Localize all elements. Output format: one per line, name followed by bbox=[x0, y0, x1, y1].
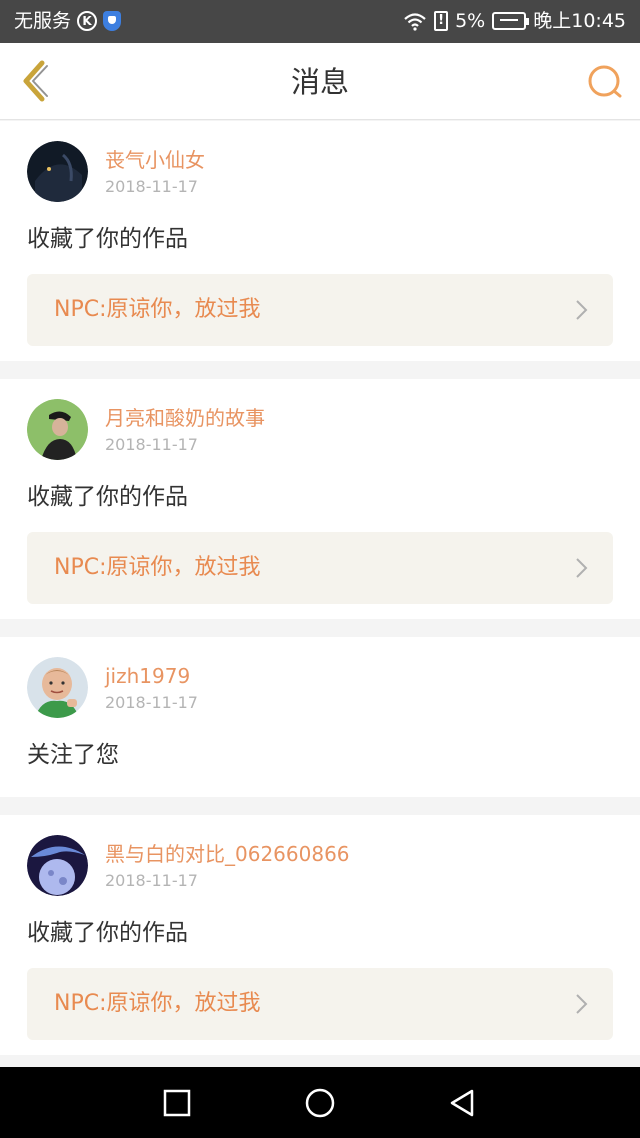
message-action: 收藏了你的作品 bbox=[27, 920, 188, 946]
message-list: 丧气小仙女 2018-11-17 收藏了你的作品 NPC:原谅你，放过我 月亮和… bbox=[0, 121, 640, 1073]
shield-icon bbox=[103, 11, 122, 31]
user-meta: jizh1979 2018-11-17 bbox=[105, 657, 198, 714]
work-link[interactable]: NPC:原谅你，放过我 bbox=[27, 968, 613, 1040]
message-item: 丧气小仙女 2018-11-17 收藏了你的作品 NPC:原谅你，放过我 bbox=[0, 121, 640, 361]
work-title: NPC:原谅你，放过我 bbox=[54, 555, 261, 580]
message-action: 收藏了你的作品 bbox=[27, 484, 188, 510]
message-item: jizh1979 2018-11-17 关注了您 bbox=[0, 637, 640, 797]
username-link[interactable]: 丧气小仙女 bbox=[105, 147, 205, 173]
battery-percent: 5% bbox=[455, 10, 486, 32]
username-link[interactable]: jizh1979 bbox=[105, 663, 198, 689]
carrier-text: 无服务 bbox=[14, 10, 72, 32]
recent-apps-icon[interactable] bbox=[161, 1087, 193, 1119]
message-action: 收藏了你的作品 bbox=[27, 226, 188, 252]
avatar[interactable] bbox=[27, 399, 88, 460]
work-title: NPC:原谅你，放过我 bbox=[54, 991, 261, 1016]
status-right: ! 5% 晚上10:45 bbox=[403, 9, 626, 33]
work-link[interactable]: NPC:原谅你，放过我 bbox=[27, 274, 613, 346]
user-meta: 黑与白的对比_062660866 2018-11-17 bbox=[105, 835, 350, 892]
battery-icon bbox=[492, 12, 530, 30]
alert-icon: ! bbox=[434, 11, 449, 31]
user-meta: 丧气小仙女 2018-11-17 bbox=[105, 141, 205, 198]
chevron-right-icon bbox=[576, 558, 588, 578]
message-action: 关注了您 bbox=[27, 742, 119, 768]
status-bar: 无服务 K ! 5% 晚上10:45 bbox=[0, 0, 640, 43]
avatar[interactable] bbox=[27, 141, 88, 202]
message-header: 丧气小仙女 2018-11-17 bbox=[27, 141, 613, 203]
message-header: 月亮和酸奶的故事 2018-11-17 bbox=[27, 399, 613, 461]
chevron-right-icon bbox=[576, 300, 588, 320]
message-date: 2018-11-17 bbox=[105, 177, 198, 196]
chevron-right-icon bbox=[576, 994, 588, 1014]
page-title: 消息 bbox=[290, 65, 349, 99]
k-badge-icon: K bbox=[77, 11, 98, 31]
work-title: NPC:原谅你，放过我 bbox=[54, 297, 261, 322]
search-icon[interactable] bbox=[586, 63, 624, 101]
app-header: 消息 bbox=[0, 43, 640, 120]
message-date: 2018-11-17 bbox=[105, 871, 198, 890]
message-item: 月亮和酸奶的故事 2018-11-17 收藏了你的作品 NPC:原谅你，放过我 bbox=[0, 379, 640, 619]
clock: 晚上10:45 bbox=[533, 10, 626, 32]
username-link[interactable]: 月亮和酸奶的故事 bbox=[105, 405, 265, 431]
work-link[interactable]: NPC:原谅你，放过我 bbox=[27, 532, 613, 604]
message-date: 2018-11-17 bbox=[105, 435, 198, 454]
message-header: 黑与白的对比_062660866 2018-11-17 bbox=[27, 835, 613, 897]
home-icon[interactable] bbox=[304, 1087, 336, 1119]
message-item: 黑与白的对比_062660866 2018-11-17 收藏了你的作品 NPC:… bbox=[0, 815, 640, 1055]
avatar[interactable] bbox=[27, 835, 88, 896]
wifi-icon bbox=[404, 13, 426, 31]
username-link[interactable]: 黑与白的对比_062660866 bbox=[105, 841, 350, 867]
status-left: 无服务 K bbox=[14, 9, 122, 33]
system-nav-bar bbox=[0, 1067, 640, 1138]
avatar[interactable] bbox=[27, 657, 88, 718]
user-meta: 月亮和酸奶的故事 2018-11-17 bbox=[105, 399, 265, 456]
back-icon[interactable] bbox=[446, 1087, 478, 1119]
message-header: jizh1979 2018-11-17 bbox=[27, 657, 613, 719]
message-date: 2018-11-17 bbox=[105, 693, 198, 712]
